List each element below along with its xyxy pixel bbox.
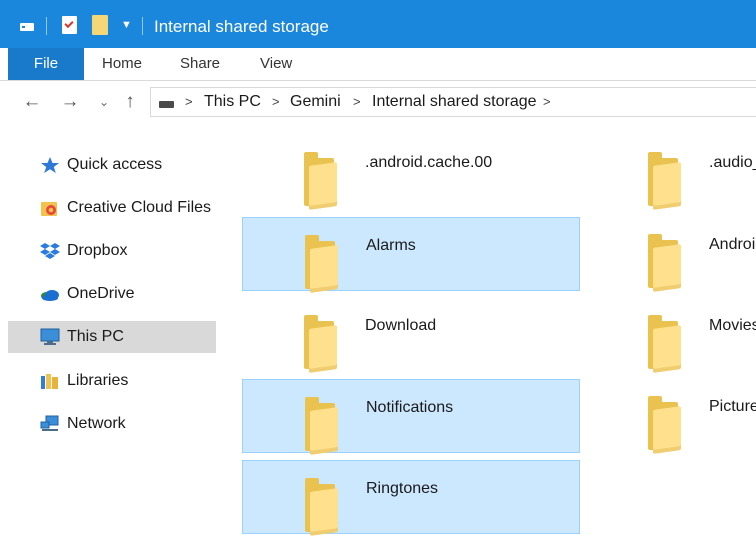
folder-item[interactable]: Movies — [586, 298, 756, 373]
folder-name: Notifications — [366, 399, 454, 416]
sidebar-item-label: Libraries — [67, 372, 129, 389]
drive-icon — [159, 101, 174, 108]
onedrive-icon — [41, 290, 59, 301]
breadcrumb-this-pc[interactable]: This PC — [204, 93, 261, 111]
sidebar-item-label: OneDrive — [67, 285, 135, 302]
sidebar-item-libraries[interactable]: Libraries — [8, 365, 216, 397]
breadcrumb-gemini[interactable]: Gemini — [290, 93, 341, 111]
breadcrumb-separator: > — [353, 94, 361, 109]
folder-item[interactable]: Alarms — [242, 217, 580, 293]
folder-item[interactable]: Download — [242, 298, 580, 373]
tab-home[interactable]: Home — [102, 48, 142, 80]
folder-name: Movies — [709, 317, 756, 334]
folder-name: Download — [365, 317, 437, 334]
folder-name: Alarms — [366, 237, 416, 254]
navigation-pane: Quick access Creative Cloud Files Dropbo… — [0, 140, 230, 547]
libraries-icon — [41, 374, 58, 389]
sidebar-item-onedrive[interactable]: OneDrive — [8, 278, 216, 310]
dropbox-icon — [40, 243, 60, 259]
back-arrow-icon[interactable]: ← — [22, 91, 42, 113]
sidebar-item-label: Creative Cloud Files — [67, 199, 212, 216]
title-bar: ▼ Internal shared storage — [0, 0, 756, 48]
forward-arrow-icon[interactable]: → — [60, 91, 80, 113]
tab-share[interactable]: Share — [180, 48, 220, 80]
file-list: .android.cache.00 .audio_ Alarms Androi … — [232, 125, 756, 547]
tab-view[interactable]: View — [260, 48, 292, 80]
sidebar-item-dropbox[interactable]: Dropbox — [8, 235, 216, 267]
folder-name: Androi — [709, 236, 756, 253]
folder-icon — [302, 315, 352, 373]
sidebar-item-label: Quick access — [67, 156, 163, 173]
breadcrumb-separator: > — [543, 94, 551, 109]
address-row: ← → ⌄ ↑ > This PC > Gemini > Internal sh… — [0, 81, 756, 125]
recent-dropdown-icon[interactable]: ⌄ — [94, 91, 114, 113]
network-icon — [40, 415, 59, 431]
sidebar-item-creative-cloud-files[interactable]: Creative Cloud Files — [8, 192, 216, 224]
folder-item[interactable]: Ringtones — [242, 460, 580, 536]
customize-dropdown-icon[interactable]: ▼ — [121, 19, 132, 31]
new-folder-icon[interactable] — [92, 15, 108, 35]
folder-item[interactable]: .audio_ — [586, 135, 756, 210]
folder-icon — [302, 152, 352, 210]
folder-icon — [303, 397, 353, 455]
sidebar-item-label: Dropbox — [67, 242, 128, 259]
folder-icon — [303, 235, 353, 293]
folder-item[interactable]: Picture — [586, 379, 756, 454]
drive-icon[interactable] — [20, 23, 34, 31]
sidebar-item-quick-access[interactable]: Quick access — [8, 149, 216, 181]
folder-item[interactable]: Notifications — [242, 379, 580, 455]
computer-icon — [40, 328, 60, 345]
folder-icon — [646, 234, 696, 292]
sidebar-item-this-pc[interactable]: This PC — [8, 321, 216, 353]
toolbar-separator — [46, 17, 47, 35]
up-arrow-icon[interactable]: ↑ — [120, 91, 140, 113]
sidebar-item-label: This PC — [67, 328, 124, 345]
folder-name: .audio_ — [709, 154, 756, 171]
folder-icon — [646, 396, 696, 454]
folder-icon — [646, 315, 696, 373]
folder-name: .android.cache.00 — [365, 154, 493, 171]
folder-icon — [303, 478, 353, 536]
tab-file[interactable]: File — [8, 48, 84, 80]
creative-cloud-icon — [41, 202, 57, 216]
breadcrumb-internal-shared-storage[interactable]: Internal shared storage — [372, 93, 537, 111]
toolbar-separator — [142, 17, 143, 35]
folder-name: Ringtones — [366, 480, 439, 497]
breadcrumb-separator: > — [272, 94, 280, 109]
folder-name: Picture — [709, 398, 756, 415]
folder-icon — [646, 152, 696, 210]
star-icon — [41, 157, 59, 173]
window-title: Internal shared storage — [154, 17, 329, 36]
sidebar-item-network[interactable]: Network — [8, 408, 216, 440]
folder-item[interactable]: Androi — [586, 217, 756, 292]
address-bar[interactable]: > This PC > Gemini > Internal shared sto… — [150, 87, 756, 117]
sidebar-item-label: Network — [67, 415, 126, 432]
properties-icon[interactable] — [62, 16, 77, 34]
folder-item[interactable]: .android.cache.00 — [242, 135, 580, 210]
breadcrumb-separator: > — [185, 94, 193, 109]
ribbon-tabs: File Home Share View — [0, 48, 756, 81]
